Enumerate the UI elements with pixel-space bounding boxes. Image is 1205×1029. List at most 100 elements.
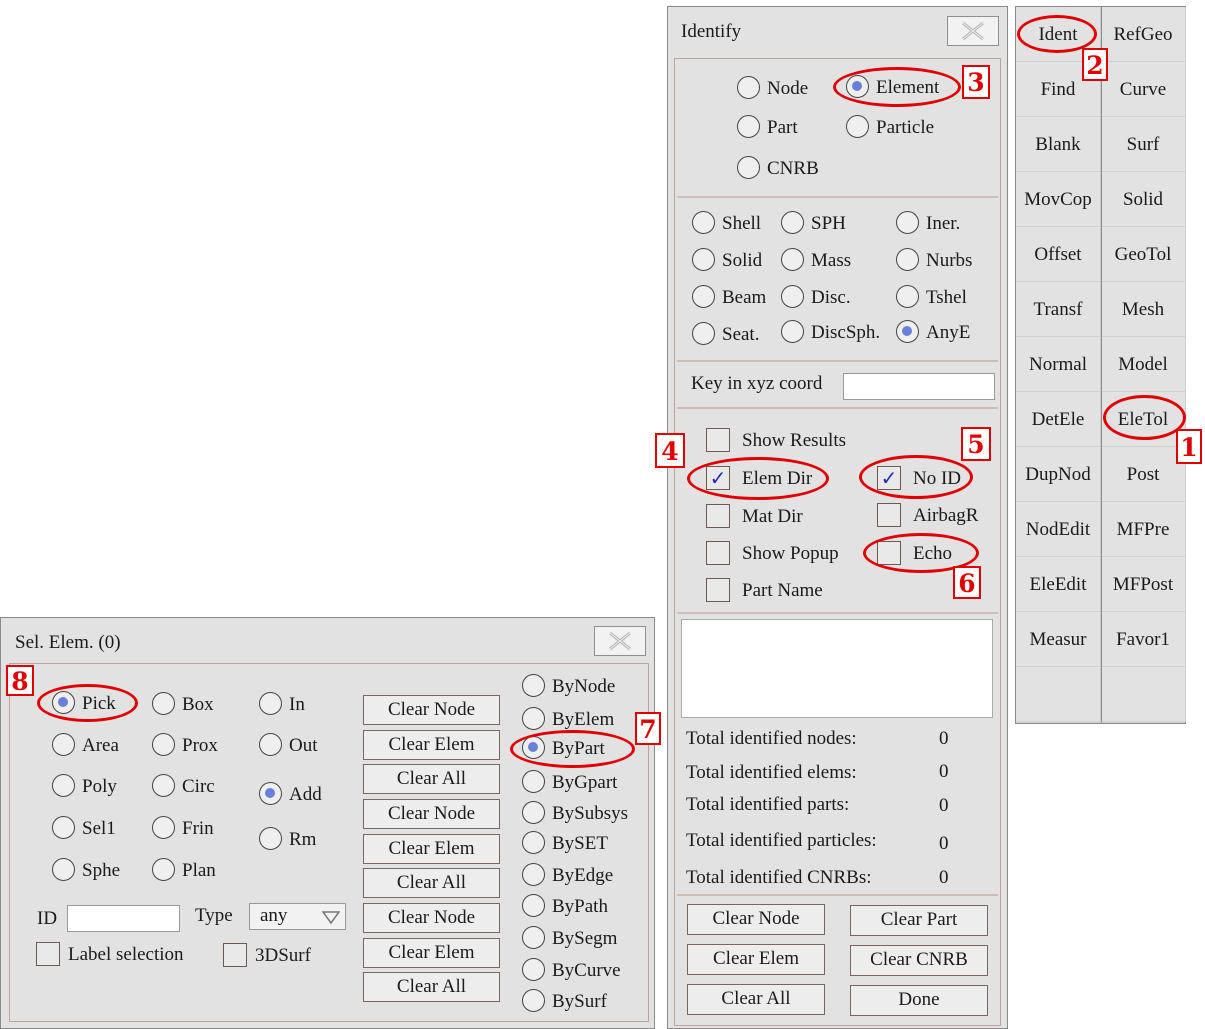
radio-bypath[interactable]: ByPath bbox=[522, 894, 608, 920]
identify-close-button[interactable] bbox=[947, 16, 999, 46]
radio-beam[interactable]: Beam bbox=[692, 285, 766, 311]
radio-add[interactable]: Add bbox=[259, 782, 322, 808]
radio-byset[interactable]: BySET bbox=[522, 831, 608, 857]
checkbox bbox=[706, 427, 730, 452]
radio-bycurve[interactable]: ByCurve bbox=[522, 958, 621, 984]
clear-node-button[interactable]: Clear Node bbox=[363, 799, 500, 829]
tool-transf[interactable]: Transf bbox=[1016, 282, 1101, 337]
tool-mfpre[interactable]: MFPre bbox=[1101, 502, 1186, 557]
check-airbagr[interactable]: AirbagR bbox=[877, 502, 978, 529]
divider bbox=[677, 894, 998, 896]
radio-frin[interactable]: Frin bbox=[152, 816, 214, 842]
radio-solid[interactable]: Solid bbox=[692, 248, 762, 274]
tool-refgeo[interactable]: RefGeo bbox=[1101, 7, 1186, 62]
radio-discsph[interactable]: DiscSph. bbox=[781, 320, 880, 346]
check-label: Show Popup bbox=[742, 543, 839, 564]
sel-elem-close-button[interactable] bbox=[594, 626, 646, 656]
clear-node-button[interactable]: Clear Node bbox=[687, 904, 825, 935]
radio-sphe[interactable]: Sphe bbox=[52, 858, 120, 884]
clear-node-button[interactable]: Clear Node bbox=[363, 695, 500, 725]
tool-nodedit[interactable]: NodEdit bbox=[1016, 502, 1101, 557]
key-in-xyz-input[interactable] bbox=[843, 373, 995, 400]
check-show-results[interactable]: Show Results bbox=[706, 427, 846, 454]
tool-eleedit[interactable]: EleEdit bbox=[1016, 557, 1101, 612]
tool-model[interactable]: Model bbox=[1101, 337, 1186, 392]
check-show-popup[interactable]: Show Popup bbox=[706, 540, 839, 567]
done-button[interactable]: Done bbox=[850, 985, 988, 1016]
tool-movcop[interactable]: MovCop bbox=[1016, 172, 1101, 227]
tool-post[interactable]: Post bbox=[1101, 447, 1186, 502]
radio-area[interactable]: Area bbox=[52, 733, 119, 759]
tool-normal[interactable]: Normal bbox=[1016, 337, 1101, 392]
radio-iner[interactable]: Iner. bbox=[896, 211, 960, 237]
radio-label: Sel1 bbox=[82, 818, 116, 839]
total-cnrbs-label: Total identified CNRBs: bbox=[686, 867, 872, 888]
radio-poly[interactable]: Poly bbox=[52, 774, 117, 800]
radio-bysegm[interactable]: BySegm bbox=[522, 926, 617, 952]
radio-anye[interactable]: AnyE bbox=[896, 320, 970, 346]
total-nodes-value: 0 bbox=[939, 728, 949, 749]
clear-node-button[interactable]: Clear Node bbox=[363, 903, 500, 933]
radio-out[interactable]: Out bbox=[259, 733, 318, 759]
radio-circle bbox=[692, 211, 715, 235]
clear-elem-button[interactable]: Clear Elem bbox=[363, 834, 500, 864]
tool-favor1[interactable]: Favor1 bbox=[1101, 612, 1186, 667]
tool-surf[interactable]: Surf bbox=[1101, 117, 1186, 172]
check-mat-dir[interactable]: Mat Dir bbox=[706, 503, 803, 530]
radio-bysubsys[interactable]: BySubsys bbox=[522, 801, 628, 827]
tool-solid[interactable]: Solid bbox=[1101, 172, 1186, 227]
radio-sph[interactable]: SPH bbox=[781, 211, 846, 237]
check-3dsurf[interactable]: 3DSurf bbox=[223, 942, 311, 969]
tool-geotol[interactable]: GeoTol bbox=[1101, 227, 1186, 282]
tool-offset[interactable]: Offset bbox=[1016, 227, 1101, 282]
close-icon bbox=[609, 631, 631, 651]
radio-sel1[interactable]: Sel1 bbox=[52, 816, 116, 842]
radio-circle bbox=[737, 156, 760, 180]
radio-bygpart[interactable]: ByGpart bbox=[522, 770, 617, 796]
clear-elem-button[interactable]: Clear Elem bbox=[363, 938, 500, 968]
radio-disc[interactable]: Disc. bbox=[781, 285, 851, 311]
tool-mesh[interactable]: Mesh bbox=[1101, 282, 1186, 337]
tool-measur[interactable]: Measur bbox=[1016, 612, 1101, 667]
radio-in[interactable]: In bbox=[259, 692, 305, 718]
tool-dupnod[interactable]: DupNod bbox=[1016, 447, 1101, 502]
radio-nurbs[interactable]: Nurbs bbox=[896, 248, 972, 274]
radio-bynode[interactable]: ByNode bbox=[522, 674, 615, 700]
tool-curve[interactable]: Curve bbox=[1101, 62, 1186, 117]
radio-byedge[interactable]: ByEdge bbox=[522, 863, 613, 889]
radio-plan[interactable]: Plan bbox=[152, 858, 216, 884]
radio-bysurf[interactable]: BySurf bbox=[522, 989, 607, 1015]
radio-part[interactable]: Part bbox=[737, 115, 798, 141]
clear-elem-button[interactable]: Clear Elem bbox=[363, 730, 500, 760]
id-input[interactable] bbox=[67, 905, 180, 932]
radio-tshel[interactable]: Tshel bbox=[896, 285, 967, 311]
total-nodes-label: Total identified nodes: bbox=[686, 728, 857, 749]
radio-box[interactable]: Box bbox=[152, 692, 214, 718]
clear-part-button[interactable]: Clear Part bbox=[850, 905, 988, 936]
radio-rm[interactable]: Rm bbox=[259, 827, 316, 853]
radio-seat[interactable]: Seat. bbox=[692, 322, 759, 348]
radio-particle[interactable]: Particle bbox=[846, 115, 934, 141]
total-elems-label: Total identified elems: bbox=[686, 762, 857, 783]
type-select[interactable]: any bbox=[249, 903, 346, 930]
check-part-name[interactable]: Part Name bbox=[706, 577, 823, 604]
clear-all-button[interactable]: Clear All bbox=[363, 868, 500, 898]
radio-node[interactable]: Node bbox=[737, 76, 808, 102]
radio-mass[interactable]: Mass bbox=[781, 248, 851, 274]
radio-cnrb[interactable]: CNRB bbox=[737, 156, 819, 182]
check-label-selection[interactable]: Label selection bbox=[36, 941, 184, 968]
sel-elem-title: Sel. Elem. (0) bbox=[15, 632, 121, 653]
tool-mfpost[interactable]: MFPost bbox=[1101, 557, 1186, 612]
clear-cnrb-button[interactable]: Clear CNRB bbox=[850, 945, 988, 976]
clear-all-button[interactable]: Clear All bbox=[363, 972, 500, 1002]
radio-shell[interactable]: Shell bbox=[692, 211, 761, 237]
identify-result-list[interactable] bbox=[681, 619, 993, 718]
clear-all-button[interactable]: Clear All bbox=[687, 984, 825, 1015]
radio-prox[interactable]: Prox bbox=[152, 733, 218, 759]
tool-detele[interactable]: DetEle bbox=[1016, 392, 1101, 447]
clear-elem-button[interactable]: Clear Elem bbox=[687, 944, 825, 975]
clear-all-button[interactable]: Clear All bbox=[363, 764, 500, 794]
radio-circ[interactable]: Circ bbox=[152, 774, 215, 800]
tool-blank[interactable]: Blank bbox=[1016, 117, 1101, 172]
radio-label: Prox bbox=[182, 735, 218, 756]
